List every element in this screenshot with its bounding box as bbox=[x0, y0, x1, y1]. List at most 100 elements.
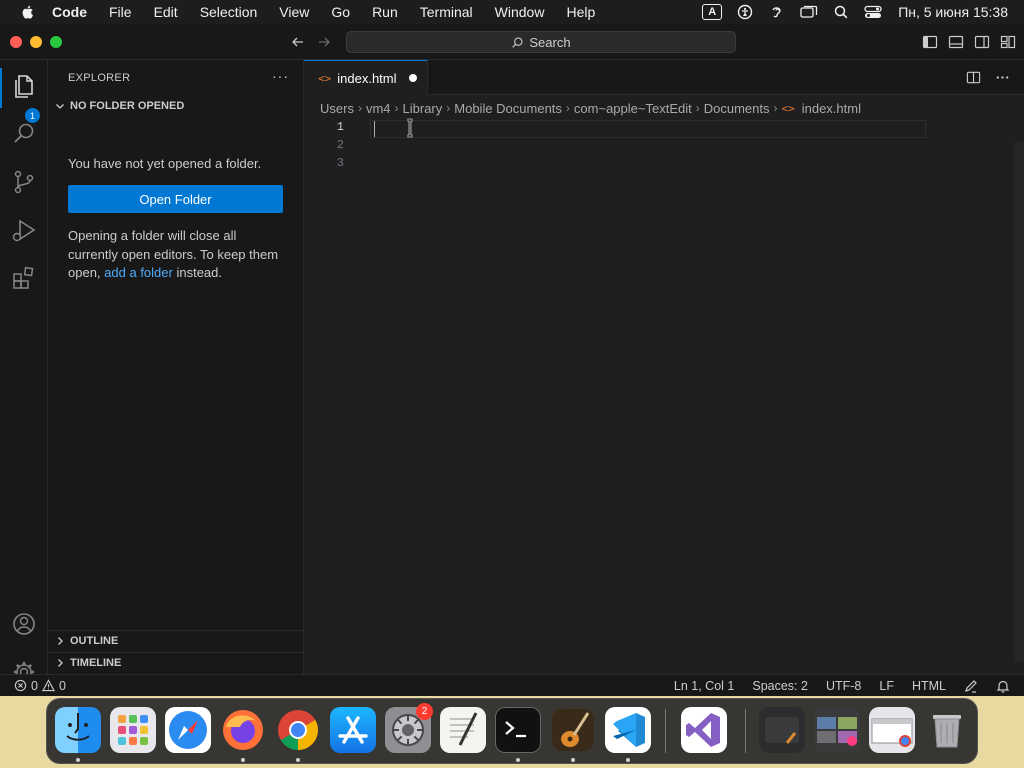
dock-launchpad-icon[interactable] bbox=[110, 707, 156, 753]
dock-chrome-icon[interactable] bbox=[275, 707, 321, 753]
dock-firefox-icon[interactable] bbox=[220, 707, 266, 753]
menu-run[interactable]: Run bbox=[372, 4, 398, 20]
language-mode[interactable]: HTML bbox=[912, 679, 946, 693]
cursor-position[interactable]: Ln 1, Col 1 bbox=[674, 679, 734, 693]
input-method-indicator[interactable]: A bbox=[702, 4, 723, 20]
run-debug-icon[interactable] bbox=[10, 216, 38, 244]
indentation[interactable]: Spaces: 2 bbox=[752, 679, 808, 693]
customize-layout-icon[interactable] bbox=[1000, 34, 1016, 50]
breadcrumb-item[interactable]: Documents bbox=[704, 101, 770, 116]
toggle-panel-icon[interactable] bbox=[948, 34, 964, 50]
dock-vscode-icon[interactable] bbox=[605, 707, 651, 753]
dock-downloads-stack-icon[interactable] bbox=[759, 707, 805, 753]
more-actions-icon[interactable] bbox=[995, 70, 1010, 85]
html-file-icon: <> bbox=[318, 71, 332, 85]
menu-edit[interactable]: Edit bbox=[154, 4, 178, 20]
layout-controls bbox=[922, 34, 1016, 50]
back-arrow-icon[interactable] bbox=[290, 34, 306, 50]
menu-bar-clock[interactable]: Пн, 5 июня 15:38 bbox=[898, 4, 1008, 20]
unsaved-indicator[interactable] bbox=[408, 74, 417, 82]
search-icon bbox=[512, 37, 523, 48]
dock-trash-icon[interactable] bbox=[924, 707, 970, 753]
error-count: 0 bbox=[31, 678, 38, 693]
outline-label: OUTLINE bbox=[70, 635, 119, 647]
files-icon[interactable] bbox=[10, 72, 38, 100]
running-indicator bbox=[76, 758, 80, 762]
split-editor-icon[interactable] bbox=[966, 70, 981, 85]
line-number: 1 bbox=[336, 120, 344, 134]
chevron-right-icon: › bbox=[695, 101, 700, 115]
toggle-primary-sidebar-icon[interactable] bbox=[922, 34, 938, 50]
dock-screenshots-stack-icon[interactable] bbox=[814, 707, 860, 753]
vscode-window: Search 1 EXPLORER ··· NO FOLDER OPENED Y… bbox=[0, 24, 1024, 696]
control-center-icon[interactable] bbox=[864, 4, 882, 20]
minimize-window-button[interactable] bbox=[30, 36, 42, 48]
dock-safari-icon[interactable] bbox=[165, 707, 211, 753]
forward-arrow-icon[interactable] bbox=[316, 34, 332, 50]
search-label: Search bbox=[529, 34, 571, 50]
problems-indicator[interactable]: 0 0 bbox=[14, 679, 66, 693]
dock-visual-studio-icon[interactable] bbox=[681, 707, 727, 753]
add-folder-link[interactable]: add a folder bbox=[104, 265, 173, 280]
current-line-highlight[interactable] bbox=[370, 120, 926, 138]
dock-textedit-icon[interactable] bbox=[440, 707, 486, 753]
warning-icon bbox=[41, 679, 55, 692]
toggle-secondary-sidebar-icon[interactable] bbox=[974, 34, 990, 50]
spotlight-search-icon[interactable] bbox=[832, 4, 850, 20]
no-folder-section-header[interactable]: NO FOLDER OPENED bbox=[54, 100, 184, 112]
menu-go[interactable]: Go bbox=[331, 4, 350, 20]
breadcrumb-item[interactable]: Mobile Documents bbox=[454, 101, 562, 116]
menu-bar: Code File Edit Selection View Go Run Ter… bbox=[0, 0, 1024, 24]
close-window-button[interactable] bbox=[10, 36, 22, 48]
open-folder-button[interactable]: Open Folder bbox=[68, 185, 283, 213]
breadcrumb-item[interactable]: com~apple~TextEdit bbox=[574, 101, 692, 116]
menu-help[interactable]: Help bbox=[566, 4, 595, 20]
menu-view[interactable]: View bbox=[279, 4, 309, 20]
menu-bar-status: A Пн, 5 июня 15:38 bbox=[702, 4, 1014, 20]
running-indicator bbox=[241, 758, 245, 762]
menu-selection[interactable]: Selection bbox=[200, 4, 258, 20]
dock-terminal-icon[interactable] bbox=[495, 707, 541, 753]
zoom-window-button[interactable] bbox=[50, 36, 62, 48]
dock-app-store-icon[interactable] bbox=[330, 707, 376, 753]
breadcrumb-file[interactable]: index.html bbox=[802, 101, 861, 116]
explorer-sidebar: EXPLORER ··· NO FOLDER OPENED You have n… bbox=[48, 60, 304, 674]
accessibility-icon[interactable] bbox=[736, 4, 754, 20]
search-icon[interactable] bbox=[10, 120, 38, 148]
menu-app-code[interactable]: Code bbox=[52, 4, 87, 20]
chevron-right-icon: › bbox=[357, 101, 362, 115]
editor-area: <> index.html Users › vm4 › Library › Mobil… bbox=[304, 60, 1024, 674]
command-center-search[interactable]: Search bbox=[346, 31, 736, 53]
menu-window[interactable]: Window bbox=[495, 4, 545, 20]
outline-section[interactable]: OUTLINE bbox=[48, 630, 304, 652]
folder-note-text: Opening a folder will close all currentl… bbox=[68, 228, 279, 280]
menu-terminal[interactable]: Terminal bbox=[420, 4, 473, 20]
active-view-indicator bbox=[0, 68, 2, 108]
hearing-icon[interactable] bbox=[768, 4, 786, 20]
bell-icon[interactable] bbox=[996, 679, 1010, 693]
source-control-icon[interactable] bbox=[10, 168, 38, 196]
extensions-icon[interactable] bbox=[10, 264, 38, 292]
tab-index-html[interactable]: <> index.html bbox=[304, 60, 428, 95]
timeline-header[interactable]: TIMELINE bbox=[54, 657, 121, 669]
breadcrumb-item[interactable]: Library bbox=[403, 101, 443, 116]
more-actions-button[interactable]: ··· bbox=[272, 68, 289, 84]
chevron-right-icon: › bbox=[446, 101, 451, 115]
breadcrumb-item[interactable]: Users bbox=[320, 101, 354, 116]
activity-bar: 1 bbox=[0, 60, 48, 682]
dock-finder-icon[interactable] bbox=[55, 707, 101, 753]
breadcrumb-item[interactable]: vm4 bbox=[366, 101, 391, 116]
timeline-section[interactable]: TIMELINE bbox=[48, 652, 304, 674]
window-switcher-icon[interactable] bbox=[800, 4, 818, 20]
outline-header[interactable]: OUTLINE bbox=[54, 635, 118, 647]
dock-chrome-window-icon[interactable] bbox=[869, 707, 915, 753]
encoding[interactable]: UTF-8 bbox=[826, 679, 861, 693]
account-icon[interactable] bbox=[10, 610, 38, 638]
dock-garageband-icon[interactable] bbox=[550, 707, 596, 753]
menu-file[interactable]: File bbox=[109, 4, 132, 20]
apple-icon[interactable] bbox=[20, 4, 36, 20]
feedback-icon[interactable] bbox=[964, 679, 978, 693]
section-title: NO FOLDER OPENED bbox=[70, 100, 185, 112]
end-of-line[interactable]: LF bbox=[879, 679, 894, 693]
vertical-scrollbar[interactable] bbox=[1014, 142, 1024, 662]
